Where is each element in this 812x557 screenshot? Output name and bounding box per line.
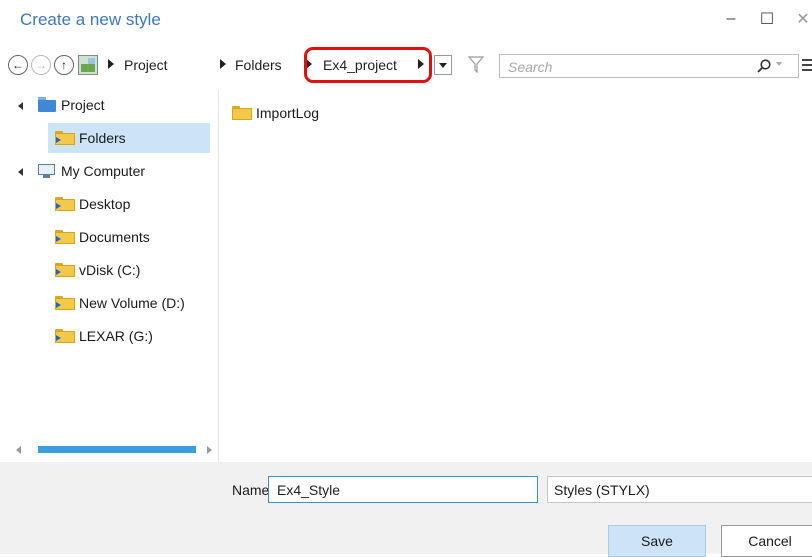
tree-item-label: Folders xyxy=(79,130,126,146)
search-box[interactable] xyxy=(499,54,799,78)
tree-item-label: New Volume (D:) xyxy=(79,295,185,311)
tree-item-my-computer[interactable]: My Computer xyxy=(0,156,210,186)
back-button[interactable]: ← xyxy=(8,55,28,75)
tree-item-desktop[interactable]: Desktop xyxy=(55,189,130,219)
minimize-button[interactable]: – xyxy=(718,6,744,32)
forward-button[interactable]: → xyxy=(31,55,51,75)
search-options-chevron-icon[interactable] xyxy=(776,62,782,66)
tree-item-folders[interactable]: Folders xyxy=(48,123,210,153)
cancel-button[interactable]: Cancel xyxy=(721,525,812,557)
content-item-label: ImportLog xyxy=(256,105,320,121)
back-arrow-icon: ← xyxy=(12,58,24,72)
up-button[interactable]: ↑ xyxy=(54,55,74,75)
tree-item-lexar-g[interactable]: LEXAR (G:) xyxy=(55,321,153,351)
breadcrumb-project[interactable]: Project xyxy=(124,57,168,73)
filter-icon[interactable] xyxy=(468,56,484,74)
tree-item-label: Desktop xyxy=(79,196,131,212)
tree-item-vdisk-c[interactable]: vDisk (C:) xyxy=(55,255,140,285)
tree-item-label: vDisk (C:) xyxy=(79,262,141,278)
collapse-arrow-icon[interactable] xyxy=(18,102,23,110)
breadcrumb-separator[interactable] xyxy=(220,59,226,69)
close-icon: ✕ xyxy=(796,11,810,28)
horizontal-scrollbar[interactable] xyxy=(16,444,212,456)
path-dropdown-button[interactable] xyxy=(434,55,452,75)
maximize-icon: ☐ xyxy=(759,11,775,28)
computer-icon xyxy=(37,163,57,179)
tree-item-project[interactable]: Project xyxy=(0,90,210,120)
location-icon xyxy=(78,55,98,75)
folder-icon xyxy=(55,197,75,211)
forward-arrow-icon: → xyxy=(35,58,47,72)
navigation-pane: Project Folders My Computer Desktop Docu… xyxy=(0,90,219,462)
folder-link-icon xyxy=(55,131,75,145)
folder-icon xyxy=(55,230,75,244)
tree-item-label: LEXAR (G:) xyxy=(79,328,153,344)
file-type-select[interactable]: Styles (STYLX) xyxy=(547,476,812,503)
save-button[interactable]: Save xyxy=(608,525,706,557)
scroll-left-icon[interactable] xyxy=(16,446,21,454)
chevron-down-icon xyxy=(439,63,447,68)
tree-item-new-volume-d[interactable]: New Volume (D:) xyxy=(55,288,185,318)
tree-item-label: Documents xyxy=(79,229,150,245)
up-arrow-icon: ↑ xyxy=(61,58,67,72)
content-item-importlog[interactable]: ImportLog xyxy=(232,105,319,121)
minimize-icon: – xyxy=(726,10,736,27)
folder-icon xyxy=(55,263,75,277)
folder-icon xyxy=(55,329,75,343)
tree-item-documents[interactable]: Documents xyxy=(55,222,150,252)
folder-icon xyxy=(232,106,252,120)
breadcrumb-folders[interactable]: Folders xyxy=(235,57,282,73)
name-field[interactable] xyxy=(268,476,538,503)
maximize-button[interactable]: ☐ xyxy=(754,6,780,32)
menu-icon[interactable] xyxy=(801,55,812,75)
scrollbar-thumb[interactable] xyxy=(38,446,196,453)
tree-item-label: Project xyxy=(61,97,105,113)
close-button[interactable]: ✕ xyxy=(790,6,812,32)
scroll-right-icon[interactable] xyxy=(207,446,212,454)
breadcrumb-highlight xyxy=(304,47,432,83)
dialog-title: Create a new style xyxy=(20,10,161,29)
search-icon[interactable] xyxy=(756,58,772,74)
search-input[interactable] xyxy=(506,58,710,76)
collapse-arrow-icon[interactable] xyxy=(18,168,23,176)
tree-item-label: My Computer xyxy=(61,163,146,179)
project-icon xyxy=(37,97,57,113)
breadcrumb-separator[interactable] xyxy=(108,59,114,69)
folder-icon xyxy=(55,296,75,310)
name-label: Name xyxy=(232,482,270,498)
file-type-value: Styles (STYLX) xyxy=(554,482,650,498)
